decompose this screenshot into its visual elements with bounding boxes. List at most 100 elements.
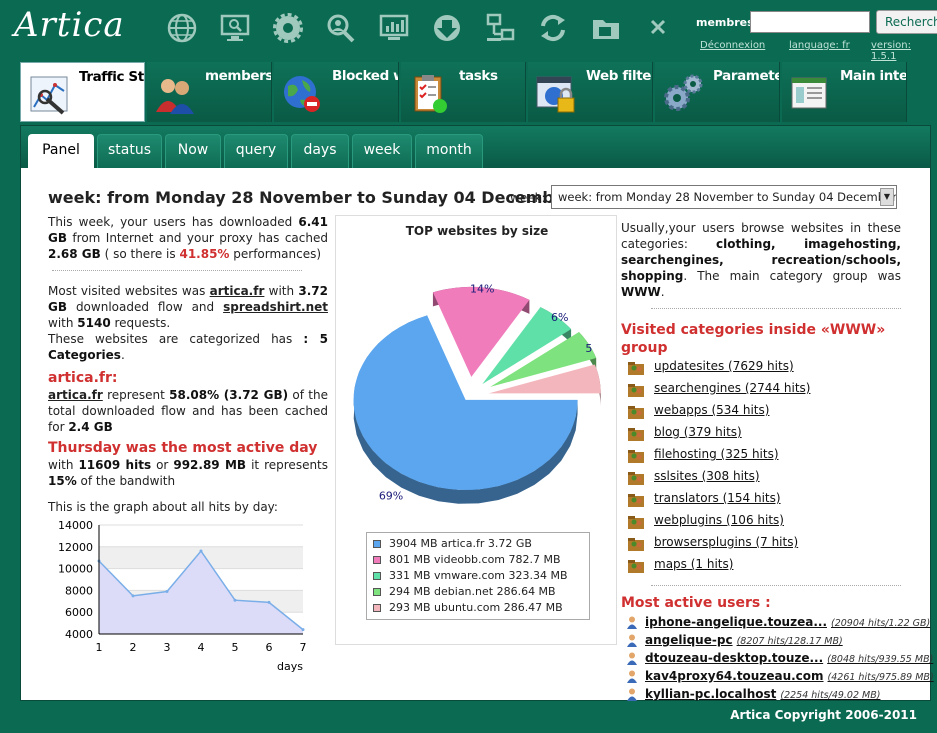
text: it represents	[246, 458, 329, 472]
category-link[interactable]: translators (154 hits)	[654, 491, 781, 505]
x-tick-label: 3	[164, 641, 171, 654]
tab-week[interactable]: week	[352, 134, 412, 168]
user-icon	[627, 634, 637, 647]
cached-value: 2.4 GB	[68, 420, 113, 434]
category-item[interactable]: translators (154 hits)	[621, 489, 901, 511]
user-link[interactable]: angelique-pc (8207 hits/128.17 MB)	[645, 633, 843, 647]
category-link[interactable]: maps (1 hits)	[654, 557, 733, 571]
nav-tab-main-interface[interactable]: Main interf	[782, 62, 907, 122]
logout-link[interactable]: Déconnexion	[700, 40, 765, 51]
gears-icon	[664, 74, 703, 111]
active-day-heading: Thursday was the most active day	[48, 440, 318, 456]
user-item[interactable]: angelique-pc (8207 hits/128.17 MB)	[621, 632, 901, 650]
category-link[interactable]: filehosting (325 hits)	[654, 447, 779, 461]
chart-icon[interactable]	[378, 12, 410, 44]
language-link[interactable]: language: fr	[789, 40, 850, 51]
user-icon	[627, 616, 637, 629]
user-item[interactable]: iphone-angelique.touzea... (20904 hits/1.…	[621, 614, 930, 632]
nav-tab-parameters[interactable]: Parameters	[655, 62, 780, 122]
graph-caption: This is the graph about all hits by day:	[48, 500, 278, 514]
category-link[interactable]: blog (379 hits)	[654, 425, 742, 439]
category-item[interactable]: searchengines (2744 hits)	[621, 379, 901, 401]
tab-days[interactable]: days	[291, 134, 349, 168]
download-icon[interactable]	[431, 12, 463, 44]
category-link[interactable]: sslsites (308 hits)	[654, 469, 760, 483]
nav-tab-web-filtering[interactable]: Web filterin	[528, 62, 653, 122]
user-stats: (8048 hits/939.55 MB)	[827, 654, 934, 665]
tab-status[interactable]: status	[97, 134, 162, 168]
x-tick-label: 2	[130, 641, 137, 654]
legend-swatch	[373, 588, 381, 596]
category-link[interactable]: webapps (534 hits)	[654, 403, 769, 417]
text: or	[151, 458, 174, 472]
nav-tab-members[interactable]: members	[147, 62, 272, 122]
tab-month[interactable]: month	[415, 134, 483, 168]
user-item[interactable]: kav4proxy64.touzeau.com (4261 hits/975.89…	[621, 668, 934, 686]
site-link[interactable]: artica.fr	[210, 284, 265, 298]
user-link[interactable]: dtouzeau-desktop.touze... (8048 hits/939.…	[645, 651, 933, 665]
category-item[interactable]: blog (379 hits)	[621, 423, 901, 445]
category-item[interactable]: updatesites (7629 hits)	[621, 357, 901, 379]
site-link[interactable]: artica.fr	[48, 388, 103, 402]
nav-tab-blocked-websites[interactable]: Blocked w	[274, 62, 399, 122]
blocked-globe-icon	[284, 76, 320, 112]
tab-query[interactable]: query	[224, 134, 288, 168]
category-link[interactable]: webplugins (106 hits)	[654, 513, 784, 527]
main-panel: Panel status Now query days week month w…	[20, 125, 934, 704]
category-link[interactable]: browsersplugins (7 hits)	[654, 535, 798, 549]
nav-tab-traffic-stats[interactable]: Traffic Stat	[20, 62, 145, 122]
user-item[interactable]: kyllian-pc.localhost (2254 hits/49.02 MB)	[621, 686, 901, 704]
category-item[interactable]: maps (1 hits)	[621, 555, 901, 577]
performance-value: 41.85%	[179, 247, 230, 261]
user-link[interactable]: kav4proxy64.touzeau.com (4261 hits/975.89…	[645, 669, 934, 683]
category-item[interactable]: filehosting (325 hits)	[621, 445, 901, 467]
members-label: membres:	[696, 16, 759, 29]
network-icon[interactable]	[484, 12, 516, 44]
user-icon	[627, 652, 637, 665]
nav-tab-label: Blocked w	[332, 68, 399, 84]
text: with	[48, 316, 78, 330]
nav-tab-label: Main interf	[840, 68, 907, 84]
search-people-icon[interactable]	[325, 12, 357, 44]
text: represent	[102, 388, 170, 402]
category-item[interactable]: webplugins (106 hits)	[621, 511, 901, 533]
category-link[interactable]: searchengines (2744 hits)	[654, 381, 810, 395]
close-icon[interactable]	[647, 16, 669, 38]
text: with	[48, 458, 79, 472]
user-item[interactable]: dtouzeau-desktop.touze... (8048 hits/939.…	[621, 650, 933, 668]
group-value: WWW	[621, 285, 661, 299]
refresh-icon[interactable]	[537, 12, 569, 44]
category-item[interactable]: browsersplugins (7 hits)	[621, 533, 901, 555]
search-button[interactable]: Recherch	[876, 10, 937, 34]
members-search-input[interactable]	[750, 11, 870, 33]
week-select[interactable]: week: from Monday 28 November to Sunday …	[551, 185, 897, 209]
monitor-search-icon[interactable]	[219, 12, 251, 44]
y-tick-label: 12000	[58, 541, 93, 554]
category-icon	[628, 362, 644, 375]
user-link[interactable]: kyllian-pc.localhost (2254 hits/49.02 MB)	[645, 687, 880, 701]
top-websites-pie: 69% 14% 6% 5	[353, 283, 601, 504]
category-item[interactable]: sslsites (308 hits)	[621, 467, 901, 489]
globe-icon[interactable]	[166, 12, 198, 44]
percent-value: 15%	[48, 474, 77, 488]
legend-label: 801 MB videobb.com 782.7 MB	[389, 553, 561, 566]
active-day-summary: with 11609 hits or 992.89 MB it represen…	[48, 457, 328, 489]
folder-icon[interactable]	[590, 12, 622, 44]
user-link[interactable]: iphone-angelique.touzea... (20904 hits/1.…	[645, 615, 930, 629]
category-icon	[628, 428, 644, 441]
y-tick-label: 10000	[58, 563, 93, 576]
version-link[interactable]: version: 1.5.1	[871, 40, 937, 62]
artica-logo[interactable]: Artica	[14, 5, 125, 45]
nav-tab-tasks[interactable]: tasks	[401, 62, 526, 122]
gear-icon[interactable]	[272, 12, 304, 44]
copyright-footer: Artica Copyright 2006-2011	[730, 708, 917, 722]
site-link[interactable]: spreadshirt.net	[223, 300, 328, 314]
category-link[interactable]: updatesites (7629 hits)	[654, 359, 794, 373]
tab-now[interactable]: Now	[165, 134, 221, 168]
tab-panel[interactable]: Panel	[28, 134, 94, 168]
category-item[interactable]: webapps (534 hits)	[621, 401, 901, 423]
chevron-down-icon[interactable]: ▼	[880, 188, 894, 206]
users-icon	[156, 79, 194, 114]
y-tick-label: 14000	[58, 520, 93, 532]
y-tick-label: 8000	[65, 584, 93, 597]
